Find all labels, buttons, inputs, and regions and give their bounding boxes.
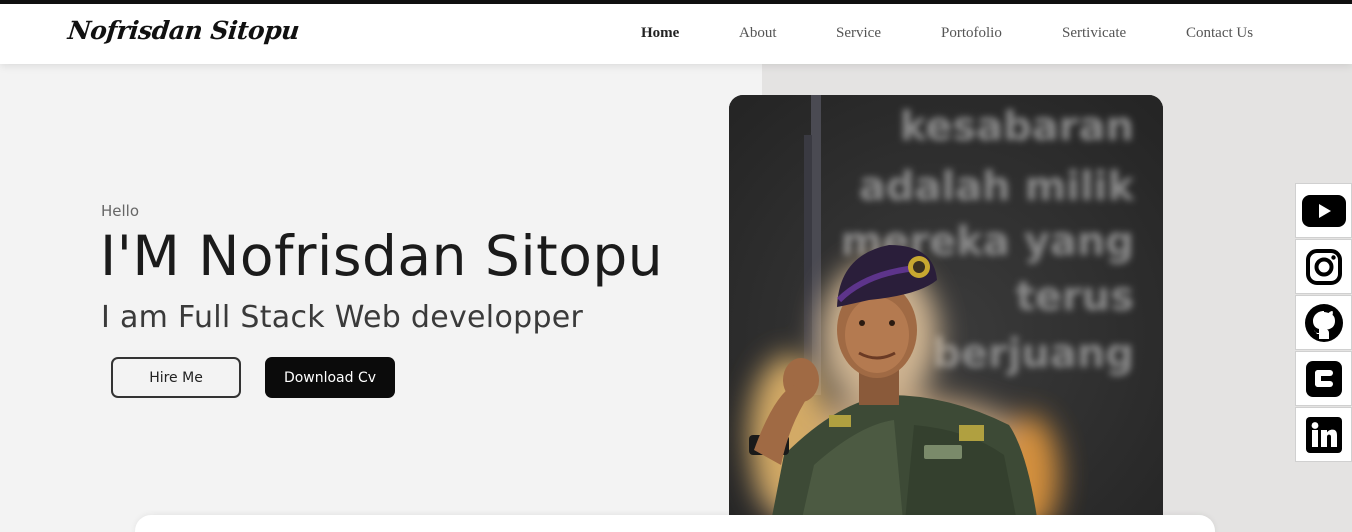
instagram-icon <box>1305 248 1342 285</box>
blogger-link[interactable] <box>1295 351 1352 406</box>
nav-about[interactable]: About <box>739 25 777 42</box>
blogger-icon <box>1305 360 1342 397</box>
nav-service[interactable]: Service <box>836 25 881 42</box>
site-header: Nofrisdan Sitopu Home About Service Port… <box>0 4 1352 64</box>
download-cv-button[interactable]: Download Cv <box>265 357 395 398</box>
linkedin-icon <box>1305 416 1342 453</box>
nav-home[interactable]: Home <box>641 25 679 42</box>
hero-headline: I'M Nofrisdan Sitopu <box>100 224 664 288</box>
nav-contact-us[interactable]: Contact Us <box>1186 25 1253 42</box>
youtube-icon <box>1301 194 1346 227</box>
photo-caption-line-5: berjuang <box>932 331 1134 377</box>
profile-photo: kesabaran adalah milik mereka yang terus… <box>729 95 1163 532</box>
github-icon <box>1304 303 1343 342</box>
instagram-link[interactable] <box>1295 239 1352 294</box>
github-link[interactable] <box>1295 295 1352 350</box>
main-nav: Home About Service Portofolio Sertivicat… <box>0 4 1352 64</box>
photo-caption-line-1: kesabaran <box>900 104 1134 150</box>
nav-portofolio[interactable]: Portofolio <box>941 25 1002 42</box>
nav-sertivicate[interactable]: Sertivicate <box>1062 25 1126 42</box>
hire-me-button[interactable]: Hire Me <box>111 357 241 398</box>
hero-subheadline: I am Full Stack Web developper <box>101 300 584 335</box>
photo-caption-line-4: terus <box>1016 274 1134 320</box>
next-section-card <box>135 515 1215 532</box>
hero-greeting: Hello <box>101 202 140 220</box>
photo-caption-line-2: adalah milik <box>859 164 1136 210</box>
linkedin-link[interactable] <box>1295 407 1352 462</box>
youtube-link[interactable] <box>1295 183 1352 238</box>
profile-photo-illustration: kesabaran adalah milik mereka yang terus… <box>729 95 1163 532</box>
